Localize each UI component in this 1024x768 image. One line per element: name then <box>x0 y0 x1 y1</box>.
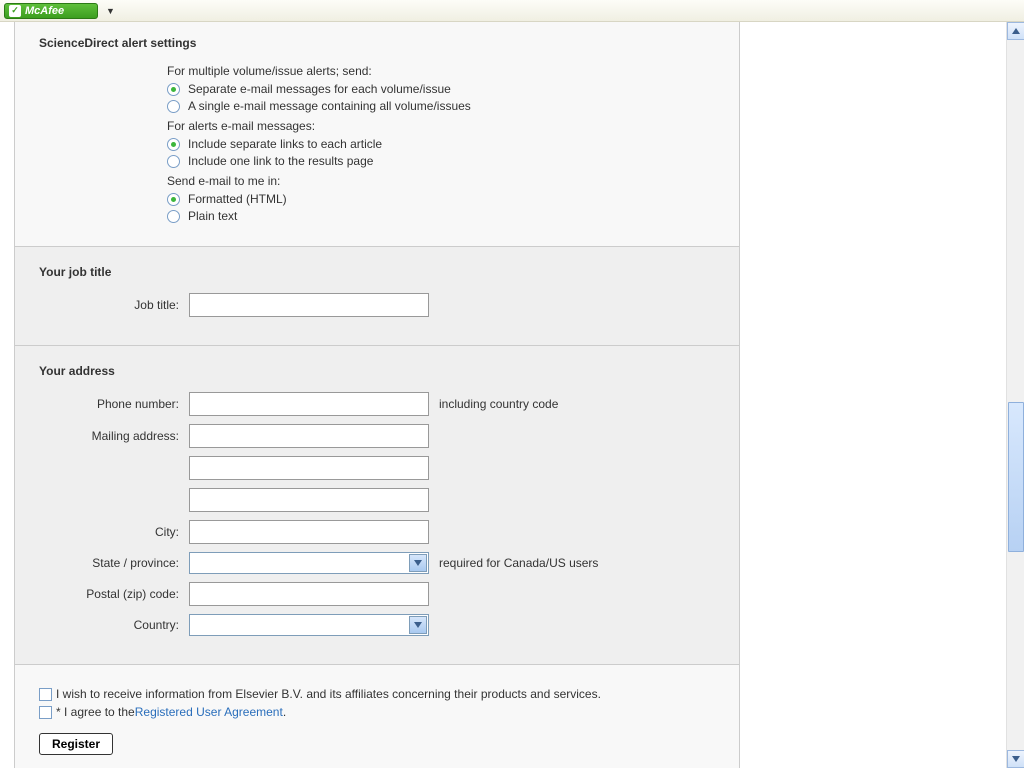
browser-toolbar: ✓ McAfee ▼ <box>0 0 1024 22</box>
mailing-label: Mailing address: <box>39 429 189 443</box>
scroll-down-icon[interactable] <box>1007 750 1024 768</box>
agree-prefix: * I agree to the <box>56 705 135 719</box>
radio-format-plain[interactable]: Plain text <box>167 209 715 223</box>
radio-single-email[interactable]: A single e-mail message containing all v… <box>167 99 715 113</box>
radio-icon <box>167 193 180 206</box>
mailing-address-input-3[interactable] <box>189 488 429 512</box>
registration-form: ScienceDirect alert settings For multipl… <box>14 22 740 768</box>
state-hint: required for Canada/US users <box>439 556 598 570</box>
job-title-heading: Your job title <box>39 265 715 279</box>
phone-hint: including country code <box>439 397 558 411</box>
vertical-scrollbar[interactable] <box>1006 22 1024 768</box>
scroll-up-icon[interactable] <box>1007 22 1024 40</box>
chevron-down-icon[interactable]: ▼ <box>106 6 115 16</box>
mcafee-badge[interactable]: ✓ McAfee <box>4 3 98 19</box>
postal-input[interactable] <box>189 582 429 606</box>
links-alert-label: For alerts e-mail messages: <box>167 119 715 133</box>
shield-icon: ✓ <box>9 5 21 17</box>
section-job-title: Your job title Job title: <box>15 247 739 346</box>
mailing-address-input-2[interactable] <box>189 456 429 480</box>
radio-label: Formatted (HTML) <box>188 192 287 206</box>
agree-suffix: . <box>283 705 286 719</box>
radio-icon <box>167 210 180 223</box>
radio-separate-links[interactable]: Include separate links to each article <box>167 137 715 151</box>
city-input[interactable] <box>189 520 429 544</box>
radio-label: Include one link to the results page <box>188 154 373 168</box>
radio-icon <box>167 83 180 96</box>
country-select[interactable] <box>189 614 429 636</box>
register-button[interactable]: Register <box>39 733 113 755</box>
multi-alert-label: For multiple volume/issue alerts; send: <box>167 64 715 78</box>
section-agreement: I wish to receive information from Elsev… <box>15 665 739 768</box>
state-select[interactable] <box>189 552 429 574</box>
optin-row[interactable]: I wish to receive information from Elsev… <box>39 687 715 701</box>
checkbox-icon <box>39 688 52 701</box>
radio-icon <box>167 138 180 151</box>
mailing-address-input-1[interactable] <box>189 424 429 448</box>
alert-settings-title: ScienceDirect alert settings <box>39 36 715 50</box>
user-agreement-link[interactable]: Registered User Agreement <box>135 705 283 719</box>
job-title-label: Job title: <box>39 298 189 312</box>
agree-row[interactable]: * I agree to the Registered User Agreeme… <box>39 705 715 719</box>
checkbox-icon <box>39 706 52 719</box>
alert-options: For multiple volume/issue alerts; send: … <box>167 64 715 223</box>
radio-separate-emails[interactable]: Separate e-mail messages for each volume… <box>167 82 715 96</box>
radio-label: A single e-mail message containing all v… <box>188 99 471 113</box>
chevron-down-icon <box>409 554 427 572</box>
mcafee-label: McAfee <box>25 5 64 17</box>
radio-label: Separate e-mail messages for each volume… <box>188 82 451 96</box>
format-label: Send e-mail to me in: <box>167 174 715 188</box>
radio-icon <box>167 155 180 168</box>
country-label: Country: <box>39 618 189 632</box>
radio-label: Include separate links to each article <box>188 137 382 151</box>
chevron-down-icon <box>409 616 427 634</box>
optin-text: I wish to receive information from Elsev… <box>56 687 601 701</box>
radio-label: Plain text <box>188 209 237 223</box>
section-address: Your address Phone number: including cou… <box>15 346 739 665</box>
section-alert-settings: ScienceDirect alert settings For multipl… <box>15 22 739 247</box>
state-label: State / province: <box>39 556 189 570</box>
page-content: ScienceDirect alert settings For multipl… <box>0 22 1005 768</box>
radio-format-html[interactable]: Formatted (HTML) <box>167 192 715 206</box>
phone-input[interactable] <box>189 392 429 416</box>
postal-label: Postal (zip) code: <box>39 587 189 601</box>
address-heading: Your address <box>39 364 715 378</box>
scroll-thumb[interactable] <box>1008 402 1024 552</box>
job-title-input[interactable] <box>189 293 429 317</box>
radio-icon <box>167 100 180 113</box>
radio-one-link[interactable]: Include one link to the results page <box>167 154 715 168</box>
city-label: City: <box>39 525 189 539</box>
phone-label: Phone number: <box>39 397 189 411</box>
